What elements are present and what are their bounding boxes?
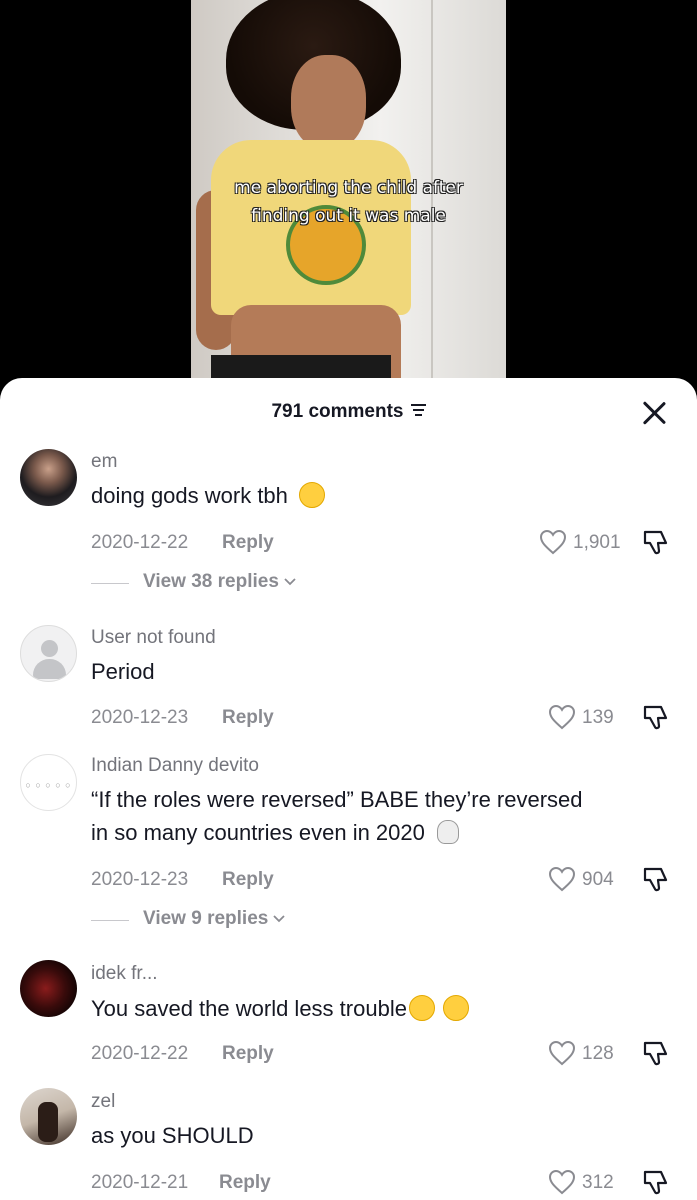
comment-text-content: You saved the world less trouble	[91, 996, 407, 1021]
dislike-icon[interactable]	[641, 1038, 671, 1068]
view-replies-text: View 38 replies	[143, 571, 279, 592]
avatar[interactable]	[20, 960, 77, 1017]
wall-edge	[431, 0, 433, 400]
replies-divider	[91, 583, 129, 584]
relieved-face-emoji	[442, 995, 469, 1022]
comment-date: 2020-12-23	[91, 869, 189, 890]
comments-count[interactable]: 791 comments	[0, 401, 697, 423]
avatar[interactable]	[20, 449, 77, 506]
video-caption-line-2: finding out it was male	[251, 206, 446, 226]
comment-item: User not found Period 2020-12-23 Reply 1…	[0, 621, 697, 741]
dislike-icon[interactable]	[641, 1167, 671, 1197]
sort-icon[interactable]	[410, 403, 426, 416]
comment-username[interactable]: idek fr...	[91, 963, 158, 985]
comment-username[interactable]: User not found	[91, 627, 216, 649]
avatar[interactable]	[20, 1088, 77, 1145]
comment-username[interactable]: Indian Danny devito	[91, 755, 259, 777]
comment-date: 2020-12-23	[91, 707, 189, 728]
comments-header: 791 comments	[0, 378, 697, 444]
comment-text-line-1: “If the roles were reversed” BABE they’r…	[91, 787, 583, 812]
like-count: 312	[582, 1172, 614, 1193]
comment-date: 2020-12-21	[91, 1172, 189, 1193]
heart-icon[interactable]	[539, 529, 567, 555]
reply-button[interactable]: Reply	[222, 707, 274, 729]
heart-icon[interactable]	[548, 1040, 576, 1066]
comment-text: Period	[91, 659, 155, 684]
comment-text: doing gods work tbh	[91, 479, 681, 512]
like-count: 128	[582, 1043, 614, 1064]
skull-emoji	[436, 820, 459, 845]
dislike-icon[interactable]	[641, 864, 671, 894]
comment-text-line-2: in so many countries even in 2020	[91, 816, 681, 849]
reply-button[interactable]: Reply	[222, 532, 274, 554]
comment-text: You saved the world less trouble	[91, 992, 681, 1025]
avatar-dots-pattern: ○ ○ ○ ○ ○	[25, 780, 72, 790]
comment-text-line-2-content: in so many countries even in 2020	[91, 820, 425, 845]
comments-sheet: 791 comments em doing gods work tbh 2020…	[0, 378, 697, 1200]
video-figure-face	[291, 55, 366, 150]
close-icon[interactable]	[641, 400, 667, 426]
comment-text-content: doing gods work tbh	[91, 483, 288, 508]
heart-icon[interactable]	[548, 704, 576, 730]
dislike-icon[interactable]	[641, 527, 671, 557]
comment-text: “If the roles were reversed” BABE they’r…	[91, 783, 681, 849]
comment-item: em doing gods work tbh 2020-12-22 Reply …	[0, 444, 697, 609]
comment-date: 2020-12-22	[91, 532, 189, 553]
comment-item: idek fr... You saved the world less trou…	[0, 958, 697, 1073]
like-count: 1,901	[573, 532, 621, 553]
video-player[interactable]: me aborting the child after finding out …	[191, 0, 506, 400]
comments-count-label: 791 comments	[271, 401, 404, 422]
like-count: 139	[582, 707, 614, 728]
comment-item: ○ ○ ○ ○ ○ Indian Danny devito “If the ro…	[0, 750, 697, 940]
like-count: 904	[582, 869, 614, 890]
view-replies-label: View 38 replies	[143, 571, 297, 593]
replies-divider	[91, 920, 129, 921]
yum-face-emoji	[298, 482, 325, 509]
view-replies-label: View 9 replies	[143, 908, 286, 930]
reply-button[interactable]: Reply	[219, 1172, 271, 1194]
view-replies-text: View 9 replies	[143, 908, 269, 929]
comment-date: 2020-12-22	[91, 1043, 189, 1064]
reply-button[interactable]: Reply	[222, 1043, 274, 1065]
avatar[interactable]: ○ ○ ○ ○ ○	[20, 754, 77, 811]
video-caption-line-1: me aborting the child after	[234, 178, 463, 198]
heart-icon[interactable]	[548, 866, 576, 892]
comment-item: zel as you SHOULD 2020-12-21 Reply 312	[0, 1086, 697, 1200]
comment-username[interactable]: zel	[91, 1091, 115, 1113]
screen: me aborting the child after finding out …	[0, 0, 697, 1200]
avatar[interactable]	[20, 625, 77, 682]
chevron-down-icon	[273, 915, 285, 923]
heart-icon[interactable]	[548, 1169, 576, 1195]
comment-username[interactable]: em	[91, 451, 117, 473]
reply-button[interactable]: Reply	[222, 869, 274, 891]
comment-text: as you SHOULD	[91, 1123, 254, 1148]
dislike-icon[interactable]	[641, 702, 671, 732]
grin-emoji	[408, 995, 435, 1022]
chevron-down-icon	[284, 578, 296, 586]
